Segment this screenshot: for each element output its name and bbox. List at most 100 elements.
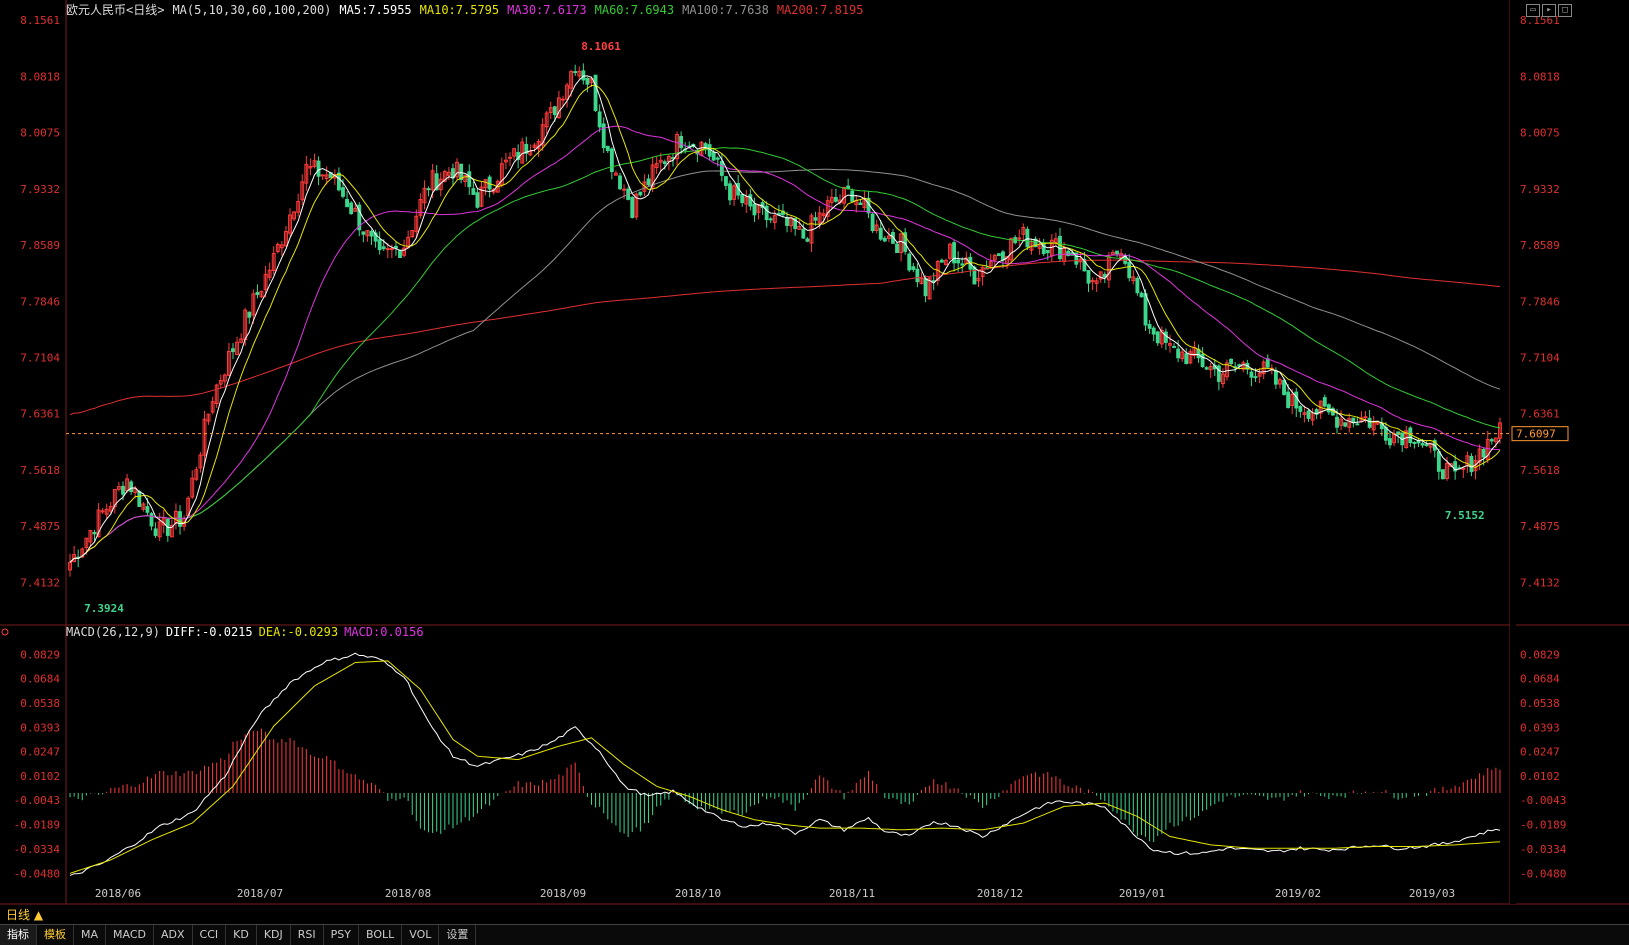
candle-body [638, 191, 643, 196]
candle-body [467, 171, 472, 188]
tab-rsi[interactable]: RSI [291, 925, 324, 945]
candle-body [581, 70, 586, 81]
tab-psy[interactable]: PSY [324, 925, 359, 945]
price-tick-left: 7.4875 [20, 520, 60, 533]
candle-body [870, 213, 875, 232]
macd-header-2: DEA:-0.0293 [259, 625, 338, 639]
candle-body [1298, 405, 1303, 412]
tab-vol[interactable]: VOL [402, 925, 440, 945]
candle-body [1420, 443, 1425, 446]
candle-body [1115, 250, 1119, 255]
candle-body [1143, 293, 1148, 326]
tab-cci[interactable]: CCI [193, 925, 227, 945]
candle-body [882, 237, 887, 242]
candle-body [1388, 438, 1392, 446]
candle-body [662, 161, 667, 165]
tab-boll[interactable]: BOLL [359, 925, 403, 945]
candle-body [381, 246, 386, 250]
candle-body [785, 216, 789, 226]
candle-body [915, 268, 920, 283]
candle-body [1025, 228, 1030, 248]
tab-templates[interactable]: 模板 [37, 925, 74, 945]
price-tick-right: 7.4132 [1520, 576, 1560, 589]
tab-macd[interactable]: MACD [106, 925, 154, 945]
restore-icon[interactable]: ▭ [1526, 4, 1540, 17]
candle-body [1282, 379, 1286, 395]
candle-body [618, 175, 622, 190]
axis-gutter [1510, 0, 1516, 904]
candle-body [715, 157, 720, 160]
candle-body [1204, 367, 1209, 370]
dea-line [69, 660, 1501, 874]
candle-body [1326, 404, 1331, 413]
candle-body [585, 77, 590, 85]
candle-body [956, 259, 961, 264]
candle-body [137, 490, 142, 508]
macd-tick-left: -0.0334 [14, 843, 61, 856]
macd-tick-left: -0.0043 [14, 794, 60, 807]
candle-body [597, 111, 602, 128]
candle-body [1489, 439, 1494, 442]
candle-body [609, 148, 614, 173]
maximize-icon[interactable]: □ [1558, 4, 1572, 17]
period-selector[interactable]: 日线 ▲ [0, 906, 49, 924]
header-2: MA5:7.5955 [339, 3, 411, 17]
price-tick-left: 7.7104 [20, 351, 60, 364]
candle-body [939, 259, 944, 263]
macd-tick-right: 0.0684 [1520, 673, 1560, 686]
macd-tick-left: 0.0538 [20, 697, 60, 710]
header-6: MA100:7.7638 [682, 3, 769, 17]
candle-body [394, 245, 398, 249]
ma5-line [69, 75, 1501, 563]
candle-body [1424, 444, 1429, 447]
macd-tick-left: 0.0247 [20, 746, 60, 759]
candle-body [1265, 358, 1270, 368]
candle-body [231, 348, 235, 353]
macd-tick-left: 0.0102 [20, 770, 60, 783]
candle-body [740, 194, 745, 204]
ma60-line [69, 147, 1501, 563]
candle-body [149, 513, 154, 527]
candle-body [1322, 397, 1327, 407]
tab-kdj[interactable]: KDJ [257, 925, 291, 945]
candle-body [907, 253, 912, 271]
tab-kd[interactable]: KD [226, 925, 257, 945]
price-tick-right: 7.4875 [1520, 520, 1560, 533]
expand-icon[interactable]: ▸ [1542, 4, 1556, 17]
candle-body [508, 156, 512, 159]
candle-body [341, 187, 345, 197]
candle-body [1343, 422, 1348, 427]
candle-body [247, 311, 252, 318]
candle-body [1286, 391, 1291, 409]
candle-body [622, 188, 627, 191]
high-label: 8.1061 [581, 40, 621, 53]
candle-body [1436, 451, 1441, 472]
candle-body [100, 510, 105, 513]
price-tick-right: 8.0075 [1520, 127, 1560, 140]
chart-canvas[interactable]: 7.60978.10617.39247.51528.1561 8.15618.08… [0, 0, 1629, 944]
candle-body [996, 253, 1001, 257]
candle-body [833, 196, 838, 202]
candle-body [1172, 345, 1176, 348]
candle-body [805, 238, 810, 242]
date-tick: 2018/11 [829, 887, 875, 900]
macd-tick-left: -0.0480 [14, 867, 60, 880]
price-tick-right: 7.6361 [1520, 408, 1560, 421]
candle-body [646, 178, 651, 186]
candle-body [320, 174, 325, 177]
candle-body [345, 198, 349, 208]
candle-body [129, 481, 134, 493]
candle-body [1367, 417, 1372, 428]
candle-body [1249, 371, 1254, 378]
macd-tick-right: 0.0247 [1520, 746, 1560, 759]
price-tick-left: 7.5618 [20, 464, 60, 477]
tab-settings[interactable]: 设置 [439, 925, 477, 945]
tab-adx[interactable]: ADX [154, 925, 193, 945]
candle-body [1229, 358, 1234, 365]
price-tick-left: 7.6361 [20, 408, 60, 421]
tab-ma[interactable]: MA [74, 925, 107, 945]
candle-body [923, 278, 928, 297]
diff-line [69, 652, 1501, 876]
candle-body [1086, 270, 1091, 284]
tab-indicators[interactable]: 指标 [0, 925, 37, 945]
